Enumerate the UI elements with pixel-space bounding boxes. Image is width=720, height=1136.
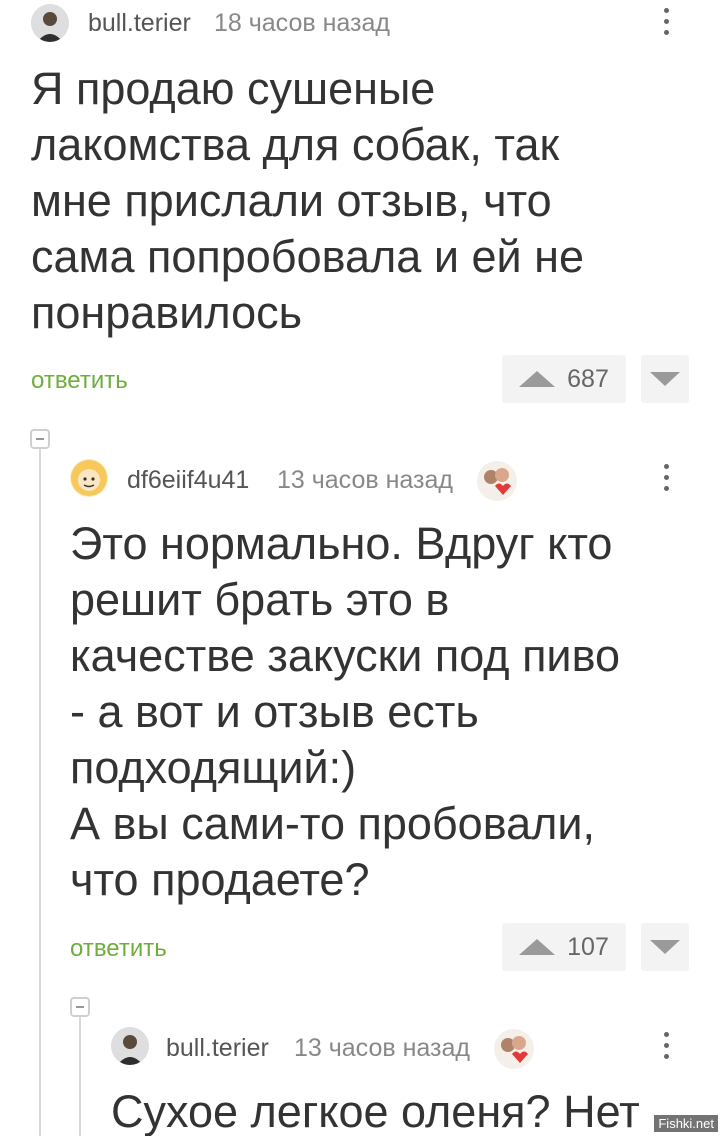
more-options-icon[interactable] (661, 1032, 671, 1059)
thread-line[interactable] (39, 449, 41, 1136)
cartoon-face-icon (71, 460, 107, 496)
couple-photo-icon (484, 468, 511, 495)
comment-text: Это нормально. Вдруг кто решит брать это… (70, 518, 620, 905)
vote-count: 107 (567, 932, 609, 961)
avatar[interactable] (70, 459, 108, 497)
award-badge-icon[interactable] (477, 461, 517, 501)
comment-time: 13 часов назад (277, 466, 453, 494)
upvote-button[interactable]: 107 (502, 923, 626, 971)
user-photo-icon (111, 1027, 149, 1065)
reply-button[interactable]: ответить (70, 935, 167, 963)
comment-author[interactable]: bull.terier (166, 1034, 269, 1063)
downvote-icon (650, 940, 680, 954)
upvote-button[interactable]: 687 (502, 355, 626, 403)
avatar[interactable] (31, 4, 69, 42)
couple-photo-icon (501, 1036, 528, 1063)
downvote-button[interactable] (641, 923, 689, 971)
more-options-icon[interactable] (661, 8, 671, 35)
award-badge-icon[interactable] (494, 1029, 534, 1069)
comment-author[interactable]: df6eiif4u41 (127, 466, 249, 495)
vote-count: 687 (567, 364, 609, 393)
downvote-icon (650, 372, 680, 386)
comment-time: 13 часов назад (294, 1034, 470, 1062)
upvote-icon (519, 371, 556, 387)
comment-text: Сухое легкое оленя? Нет (111, 1086, 640, 1136)
collapse-thread-button[interactable] (30, 429, 50, 449)
reply-button[interactable]: ответить (31, 367, 128, 395)
comment-time: 18 часов назад (214, 9, 390, 37)
downvote-button[interactable] (641, 355, 689, 403)
collapse-thread-button[interactable] (70, 997, 90, 1017)
comment-author[interactable]: bull.terier (88, 9, 191, 38)
comment-text: Я продаю сушеные лакомства для собак, та… (31, 63, 585, 338)
thread-line[interactable] (79, 1017, 81, 1136)
comment-text-clip: Сухое легкое оленя? Нет (111, 1084, 701, 1136)
upvote-icon (519, 939, 556, 955)
watermark: Fishki.net (654, 1115, 718, 1132)
avatar[interactable] (111, 1027, 149, 1065)
more-options-icon[interactable] (661, 464, 671, 491)
user-photo-icon (31, 4, 69, 42)
